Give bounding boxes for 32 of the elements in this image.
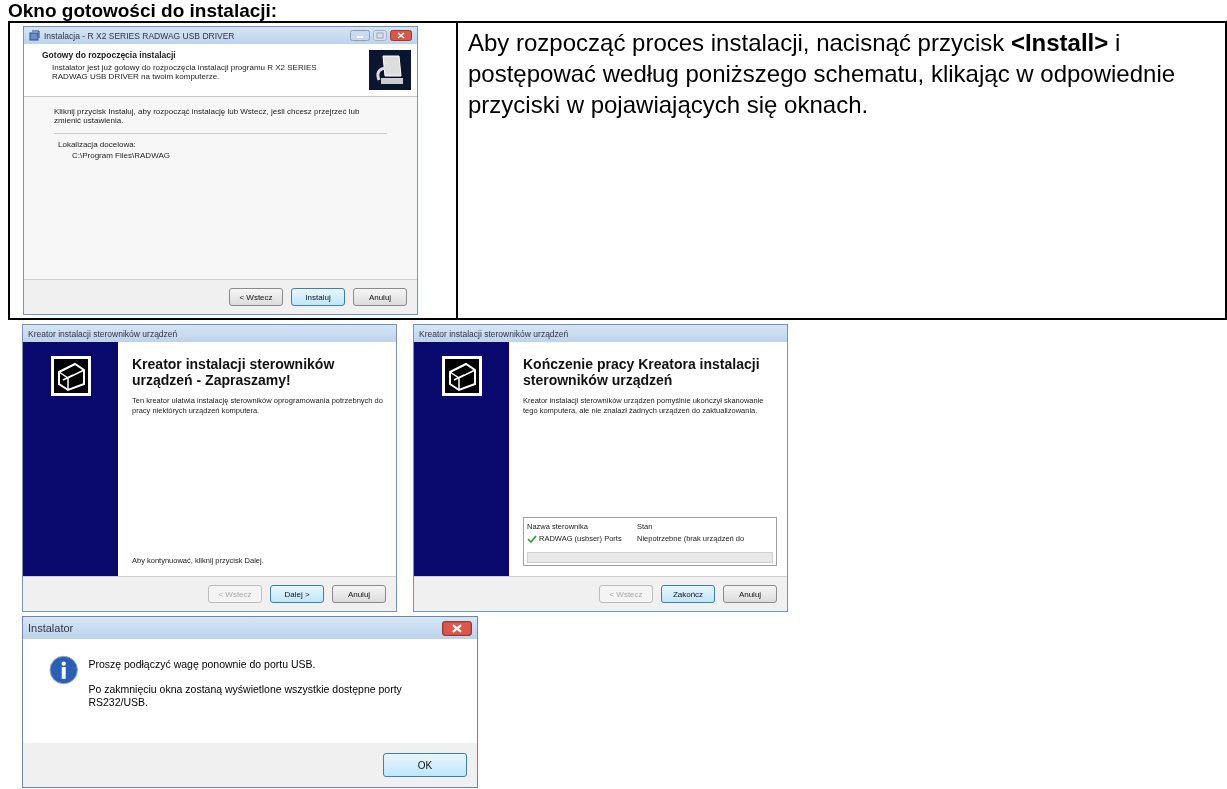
dialog-button[interactable]: Anuluj — [332, 585, 386, 603]
window-title: Instalacja - R X2 SERIES RADWAG USB DRIVER — [44, 30, 236, 41]
window-title: Kreator instalacji sterowników urządzeń — [419, 328, 570, 339]
horizontal-scrollbar[interactable] — [527, 552, 773, 563]
message-text: Proszę podłączyć wagę ponownie do portu USB. — [88, 658, 317, 671]
computer-icon — [369, 50, 411, 90]
dialog-button[interactable]: Zakończ — [661, 585, 715, 603]
window-title: Kreator instalacji sterowników urządzeń — [28, 328, 179, 339]
dialog-button[interactable]: Anuluj — [723, 585, 777, 603]
dialog-button[interactable]: Instaluj — [291, 288, 345, 306]
page-subtitle: Instalator jest już gotowy do rozpoczęcia instalacji programu R X2 SERIES RADWAG USB DRIVER na twoim komputerze. — [51, 63, 318, 81]
dialog-button[interactable]: Anuluj — [353, 288, 407, 306]
info-icon — [49, 655, 79, 685]
maximize-icon[interactable] — [373, 30, 387, 41]
memo-line: C:\Program Files\RADWAG — [71, 151, 171, 160]
check-icon — [527, 534, 537, 543]
ok-button[interactable]: OK — [383, 753, 467, 777]
installer-icon — [29, 30, 40, 41]
close-icon[interactable] — [390, 30, 412, 41]
window-title: Instalator — [28, 622, 75, 634]
dialog-button[interactable]: < Wstecz — [229, 288, 283, 306]
page-title: Gotowy do rozpoczęcia instalacji — [42, 50, 177, 60]
wizard-heading: Kończenie pracy Kreatora instalacji sterowników urządzeń — [523, 356, 761, 388]
instruction-text: Kliknij przycisk Instaluj, aby rozpocząć instalację lub Wstecz, jeśli chcesz przejrzeć lub zmienić ustawienia. — [54, 107, 361, 125]
wizard-heading: Kreator instalacji sterowników urządzeń - Zapraszamy! — [132, 356, 336, 388]
message-text: Po zakmnięciu okna zostaną wyświetlone wszystkie dostępne porty RS232/USB. — [88, 683, 403, 709]
close-icon[interactable] — [442, 620, 472, 636]
instruction-paragraph: Aby rozpocząć proces instalacji, nacisnąć przycisk <Install> i postępować według poniższego schematu, klikając w odpowiednie przyciski w pojawiających się oknach. — [467, 28, 1177, 120]
section-heading: Okno gotowości do instalacji: — [7, 0, 279, 21]
dialog-button[interactable]: Dalej > — [270, 585, 324, 603]
minimize-icon[interactable] — [350, 30, 370, 41]
memo-line: Lokalizacja docelowa: — [58, 140, 137, 149]
